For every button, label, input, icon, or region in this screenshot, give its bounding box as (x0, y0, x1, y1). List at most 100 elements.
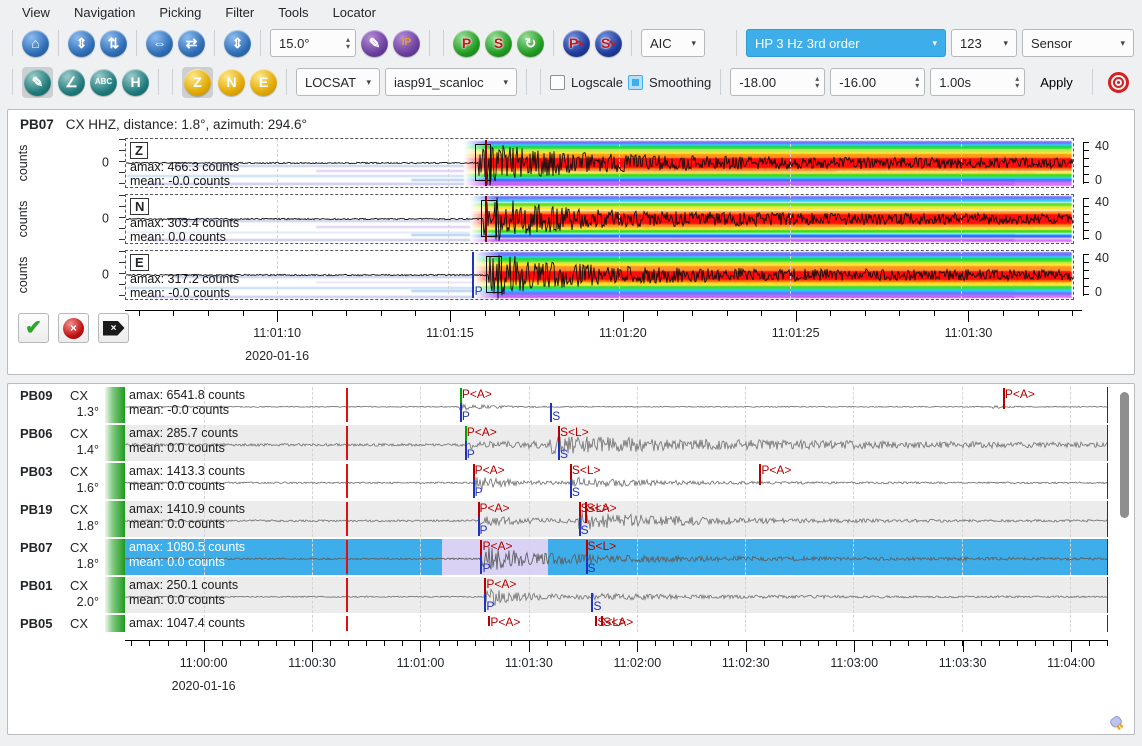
quality-bar (105, 501, 125, 537)
axis-tick (800, 641, 801, 646)
min-amplitude-spinbox[interactable]: -18.00 ▴▾ (730, 68, 825, 96)
red-x-icon: × (63, 318, 84, 339)
component-n-button[interactable]: N (218, 69, 245, 96)
toolbar-separator (12, 69, 13, 95)
profile-combo[interactable]: iasp91_scanloc ▾ (385, 68, 517, 96)
normalize-horizontal-button[interactable]: ⇄ (178, 30, 205, 57)
max-amplitude-spinbox[interactable]: -16.00 ▴▾ (830, 68, 925, 96)
angle-tool-button[interactable]: ∠ (58, 69, 85, 96)
station-trace[interactable]: amax: 1410.9 countsmean: 0.0 counts P<A>… (125, 501, 1108, 537)
logscale-checkbox[interactable]: Logscale (550, 75, 623, 90)
menu-picking[interactable]: Picking (147, 2, 213, 23)
spinner-arrows-icon[interactable]: ▴▾ (915, 75, 919, 89)
station-row-pb07-selected[interactable]: PB07 CX 1.8° amax: 1080.5 countsmean: 0.… (8, 539, 1134, 575)
trace-stats: amax: 317.2 countsmean: -0.0 counts (130, 272, 239, 300)
sensor-combo[interactable]: Sensor ▾ (1022, 29, 1134, 57)
station-row-pb06[interactable]: PB06 CX 1.4° amax: 285.7 countsmean: 0.0… (8, 425, 1134, 461)
time-window-spinbox[interactable]: 1.00s ▴▾ (930, 68, 1025, 96)
distance-tool-button[interactable]: H (122, 69, 149, 96)
axis-tick (131, 641, 132, 646)
scrollbar[interactable] (1120, 390, 1129, 624)
check-icon: ✔ (25, 318, 42, 338)
axis-tick (1071, 641, 1072, 652)
goto-s-button[interactable]: S (485, 30, 512, 57)
alignment-value: AIC (650, 36, 672, 51)
reject-button[interactable]: × (58, 313, 89, 343)
ruler-tool-button[interactable]: ✎ (24, 69, 51, 96)
toolbar-separator (172, 69, 173, 95)
menu-filter[interactable]: Filter (213, 2, 266, 23)
axis-tick (519, 311, 520, 316)
apply-button[interactable]: Apply (1030, 71, 1083, 94)
smoothing-checkbox[interactable]: Smoothing (628, 75, 711, 90)
axis-tick (173, 311, 174, 316)
component-z-button[interactable]: Z (184, 69, 211, 96)
component-e-button[interactable]: E (250, 69, 277, 96)
spinner-arrows-icon[interactable]: ▴▾ (815, 75, 819, 89)
alignment-combo[interactable]: AIC ▾ (641, 29, 705, 57)
station-row-pb01[interactable]: PB01 CX 2.0° amax: 250.1 countsmean: 0.0… (8, 577, 1134, 613)
checkbox-checked-icon[interactable] (628, 75, 643, 90)
station-row-pb05[interactable]: PB05 CX amax: 1047.4 counts P<A>S<L>S<A> (8, 615, 1134, 632)
scrollbar-thumb[interactable] (1120, 392, 1129, 518)
station-row-pb19[interactable]: PB19 CX 1.8° amax: 1410.9 countsmean: 0.… (8, 501, 1134, 537)
trace-plot-n[interactable]: N amax: 303.4 countsmean: 0.0 counts (125, 194, 1074, 244)
filter-combo[interactable]: HP 3 Hz 3rd order ▾ (746, 29, 946, 57)
trace-plot-z[interactable]: Z amax: 466.3 countsmean: -0.0 counts (125, 138, 1074, 188)
frequency-ticks (1083, 198, 1089, 240)
home-button[interactable]: ⌂ (22, 30, 49, 57)
channels-combo[interactable]: 123 ▾ (951, 29, 1017, 57)
relocate-button[interactable]: ↻ (517, 30, 544, 57)
menu-navigation[interactable]: Navigation (62, 2, 147, 23)
toolbar-main: ⌂ ⇕ ⇅ ⇔ ⇄ ⇕ 15.0° ▴▾ ✎ IP P S ↻ P∿ S∿ AI… (0, 24, 1142, 62)
show-s-waveform-button[interactable]: S∿ (595, 30, 622, 57)
pick-marker[interactable] (485, 196, 487, 242)
network-code: CX (70, 464, 88, 479)
station-trace[interactable]: amax: 1413.3 countsmean: 0.0 counts P<A>… (125, 463, 1108, 499)
station-trace[interactable]: amax: 285.7 countsmean: 0.0 counts P<A>P… (125, 425, 1108, 461)
frequency-axis: 40 0 (1074, 250, 1126, 300)
station-row-pb09[interactable]: PB09 CX 1.3° amax: 6541.8 countsmean: -0… (8, 387, 1134, 423)
menu-locator[interactable]: Locator (321, 2, 388, 23)
axis-tick (657, 311, 658, 316)
checkbox-unchecked-icon[interactable] (550, 75, 565, 90)
station-trace[interactable]: amax: 1047.4 counts P<A>S<L>S<A> (125, 615, 1108, 632)
logscale-label: Logscale (571, 75, 623, 90)
axis-tick (710, 641, 711, 646)
amplitude-scale-button[interactable]: ⇕ (224, 30, 251, 57)
axis-tick-label: 11:03:00 (830, 656, 878, 670)
station-trace[interactable]: amax: 6541.8 countsmean: -0.0 counts P<A… (125, 387, 1108, 423)
menu-view[interactable]: View (10, 2, 62, 23)
label-tool-button[interactable]: ABC (90, 69, 117, 96)
pick-phase-label: S (593, 599, 601, 613)
axis-tick (872, 641, 873, 646)
normalize-vertical-button[interactable]: ⇅ (100, 30, 127, 57)
goto-p-button[interactable]: P (453, 30, 480, 57)
confirm-button[interactable]: ✔ (18, 313, 49, 343)
zoom-vertical-button[interactable]: ⇕ (68, 30, 95, 57)
menu-tools[interactable]: Tools (266, 2, 320, 23)
quality-bar (105, 425, 125, 461)
z-icon: Z (193, 75, 202, 89)
ip-pick-button[interactable]: IP (393, 30, 420, 57)
axis-tick (149, 641, 150, 646)
station-trace[interactable]: amax: 250.1 countsmean: 0.0 counts P<A>P… (125, 577, 1108, 613)
show-p-waveform-button[interactable]: P∿ (563, 30, 590, 57)
axis-tick-label: 11:01:10 (253, 326, 301, 340)
quality-bar (105, 577, 125, 613)
rotation-angle-spinbox[interactable]: 15.0° ▴▾ (270, 29, 356, 57)
zoom-horizontal-button[interactable]: ⇔ (146, 30, 173, 57)
axis-tick (277, 311, 278, 322)
trace-plot-e[interactable]: E amax: 317.2 countsmean: -0.0 counts P (125, 250, 1074, 300)
locator-combo[interactable]: LOCSAT ▾ (296, 68, 380, 96)
commit-solution-button[interactable] (1102, 66, 1134, 98)
spinner-arrows-icon[interactable]: ▴▾ (346, 36, 350, 50)
pick-marker[interactable] (472, 252, 474, 298)
station-row-pb03[interactable]: PB03 CX 1.6° amax: 1413.3 countsmean: 0.… (8, 463, 1134, 499)
station-trace[interactable]: amax: 1080.5 countsmean: 0.0 counts P<A>… (125, 539, 1108, 575)
frequency-max-label: 40 (1095, 251, 1109, 265)
pick-tool-button[interactable]: ✎ (361, 30, 388, 57)
spinner-arrows-icon[interactable]: ▴▾ (1015, 75, 1019, 89)
sensor-value: Sensor (1031, 36, 1072, 51)
pick-marker[interactable] (485, 140, 487, 186)
